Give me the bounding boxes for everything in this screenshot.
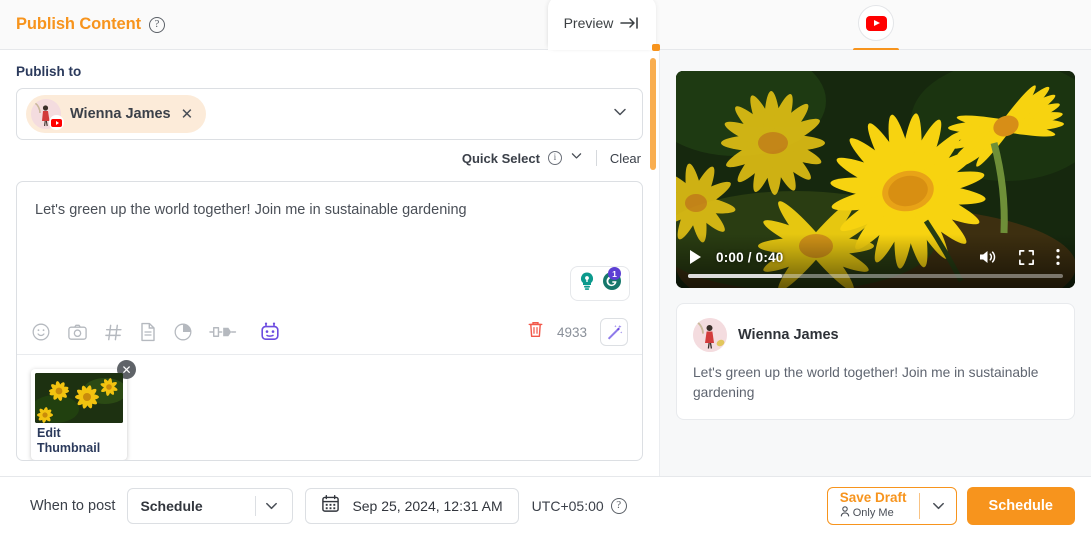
preview-author-name: Wienna James xyxy=(738,327,839,343)
divider xyxy=(595,150,597,166)
avatar xyxy=(31,99,64,130)
thumbnail-image xyxy=(35,373,123,423)
save-draft-visibility: Only Me xyxy=(852,506,894,519)
post-preview-card: Wienna James Let's green up the world to… xyxy=(676,303,1075,420)
clear-button[interactable]: Clear xyxy=(610,151,641,166)
video-controls: 0:00 / 0:40 xyxy=(676,234,1075,288)
main-body: Publish to Wienna James ✕ Quick Select i… xyxy=(0,50,1091,476)
publish-to-select[interactable]: Wienna James ✕ xyxy=(16,88,643,140)
character-count: 4933 xyxy=(556,324,587,340)
grammarly-icon[interactable]: 1 xyxy=(602,267,622,296)
tab-preview[interactable]: Preview xyxy=(548,0,656,50)
composer-scrollbar[interactable] xyxy=(650,58,656,170)
composer-pane: Publish to Wienna James ✕ Quick Select i… xyxy=(0,50,660,476)
writing-assistants: 1 xyxy=(570,266,630,301)
kebab-menu-icon[interactable] xyxy=(1055,248,1061,266)
app-footer: When to post Schedule Sep 25, 2024, 12:3… xyxy=(0,476,1091,534)
when-to-post-label: When to post xyxy=(30,497,116,514)
chevron-down-icon[interactable] xyxy=(256,498,286,513)
thumbnail-caption[interactable]: Edit Thumbnail xyxy=(35,423,123,460)
preview-caption: Let's green up the world together! Join … xyxy=(693,365,1039,400)
video-progress-bar[interactable] xyxy=(688,274,1063,278)
preview-pane: 0:00 / 0:40 Wienna James Let's green up … xyxy=(660,50,1091,476)
hashtag-icon[interactable] xyxy=(104,323,123,342)
plug-connector-icon[interactable] xyxy=(209,323,243,341)
question-mark-circle-icon[interactable]: ? xyxy=(149,16,165,33)
pie-chart-icon[interactable] xyxy=(173,322,193,342)
ai-robot-icon[interactable] xyxy=(259,321,281,343)
save-draft-button[interactable]: Save Draft Only Me xyxy=(826,486,957,525)
close-x-icon[interactable]: ✕ xyxy=(180,107,195,122)
save-draft-label: Save Draft xyxy=(839,490,907,506)
question-mark-circle-icon[interactable]: ? xyxy=(610,497,627,514)
composer-toolbar: 4933 xyxy=(17,310,642,354)
chevron-down-icon[interactable] xyxy=(924,498,954,513)
emoji-icon[interactable] xyxy=(31,322,51,342)
arrow-to-line-icon xyxy=(620,16,640,30)
schedule-date-value: Sep 25, 2024, 12:31 AM xyxy=(352,497,503,514)
schedule-date-input[interactable]: Sep 25, 2024, 12:31 AM xyxy=(305,487,519,524)
calendar-icon xyxy=(321,494,340,518)
youtube-icon xyxy=(49,115,64,130)
trash-icon[interactable] xyxy=(527,320,544,344)
fullscreen-icon[interactable] xyxy=(1018,249,1035,266)
person-icon xyxy=(840,505,850,521)
account-chip-label: Wienna James xyxy=(70,106,171,122)
volume-icon[interactable] xyxy=(978,248,998,266)
quick-select-row: Quick Select i Clear xyxy=(16,149,643,167)
attachments-area: ✕ Edit Thumbnail xyxy=(17,354,642,460)
idea-bulb-icon[interactable] xyxy=(578,271,596,296)
chevron-down-icon[interactable] xyxy=(570,149,583,167)
schedule-mode-value: Schedule xyxy=(140,497,203,514)
timezone-label: UTC+05:00 xyxy=(531,497,604,514)
schedule-mode-select[interactable]: Schedule xyxy=(127,487,294,524)
video-player[interactable]: 0:00 / 0:40 xyxy=(676,71,1075,288)
publish-content-app: Publish Content ? Preview Publish to Wie… xyxy=(0,0,1091,534)
chevron-down-icon[interactable] xyxy=(612,104,628,125)
app-header: Publish Content ? Preview xyxy=(0,0,1091,52)
video-time: 0:00 / 0:40 xyxy=(716,249,784,265)
avatar xyxy=(693,318,727,352)
magic-wand-icon[interactable] xyxy=(600,318,628,346)
youtube-icon xyxy=(858,5,894,41)
document-icon[interactable] xyxy=(139,322,157,342)
camera-icon[interactable] xyxy=(67,322,88,342)
composer-box: Let's green up the world together! Join … xyxy=(16,181,643,461)
video-progress-buffer xyxy=(688,274,782,278)
thumbnail-card[interactable]: ✕ Edit Thumbnail xyxy=(31,360,136,460)
page-title: Publish Content xyxy=(16,15,141,33)
info-circle-icon[interactable]: i xyxy=(547,151,562,165)
tab-preview-indicator xyxy=(652,44,660,51)
schedule-button[interactable]: Schedule xyxy=(966,486,1075,525)
post-text-input[interactable]: Let's green up the world together! Join … xyxy=(17,182,642,272)
quick-select-button[interactable]: Quick Select xyxy=(462,151,540,166)
account-chip-wienna-james[interactable]: Wienna James ✕ xyxy=(26,95,207,133)
tab-youtube-channel[interactable] xyxy=(853,5,899,52)
grammarly-suggestion-count: 1 xyxy=(608,267,621,280)
tab-preview-label: Preview xyxy=(563,15,614,31)
play-icon[interactable] xyxy=(690,250,701,264)
publish-to-label: Publish to xyxy=(16,64,82,79)
